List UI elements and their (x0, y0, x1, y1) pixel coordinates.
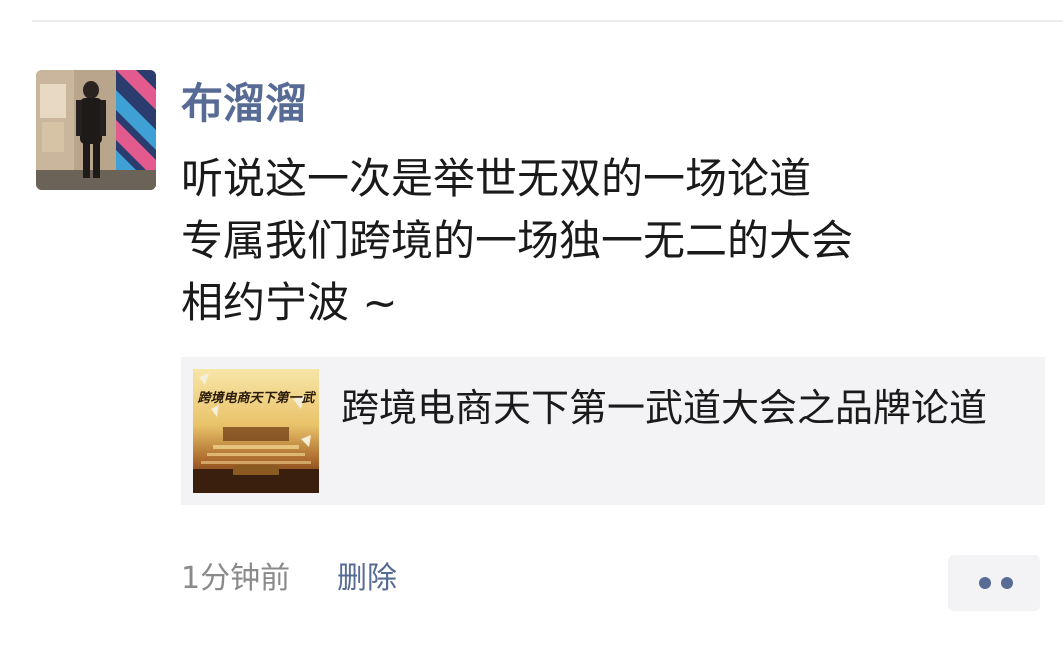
shared-link-card[interactable]: 跨境电商天下第一武 跨境电商天下第一武道大会之品牌论道 (181, 357, 1045, 505)
post-time: 1分钟前 (181, 561, 291, 596)
avatar[interactable] (36, 70, 156, 190)
content-line: 听说这一次是举世无双的一场论道 (181, 154, 812, 203)
content-line: 相约宁波 ~ (181, 278, 398, 327)
avatar-image (36, 70, 156, 190)
more-dots-icon (979, 577, 991, 589)
delete-button[interactable]: 删除 (337, 557, 397, 601)
content-line: 专属我们跨境的一场独一无二的大会 (181, 216, 854, 265)
thumbnail-caption: 跨境电商天下第一武 (197, 391, 315, 406)
more-dots-icon (1001, 577, 1013, 589)
post-content: 听说这一次是举世无双的一场论道 专属我们跨境的一场独一无二的大会 相约宁波 ~ (181, 148, 1041, 334)
link-title[interactable]: 跨境电商天下第一武道大会之品牌论道 (341, 383, 1021, 433)
link-thumbnail: 跨境电商天下第一武 (193, 369, 319, 493)
more-actions-button[interactable] (948, 555, 1040, 611)
author-name[interactable]: 布溜溜 (181, 76, 307, 132)
moments-post: 布溜溜 听说这一次是举世无双的一场论道 专属我们跨境的一场独一无二的大会 相约宁… (0, 0, 1063, 655)
